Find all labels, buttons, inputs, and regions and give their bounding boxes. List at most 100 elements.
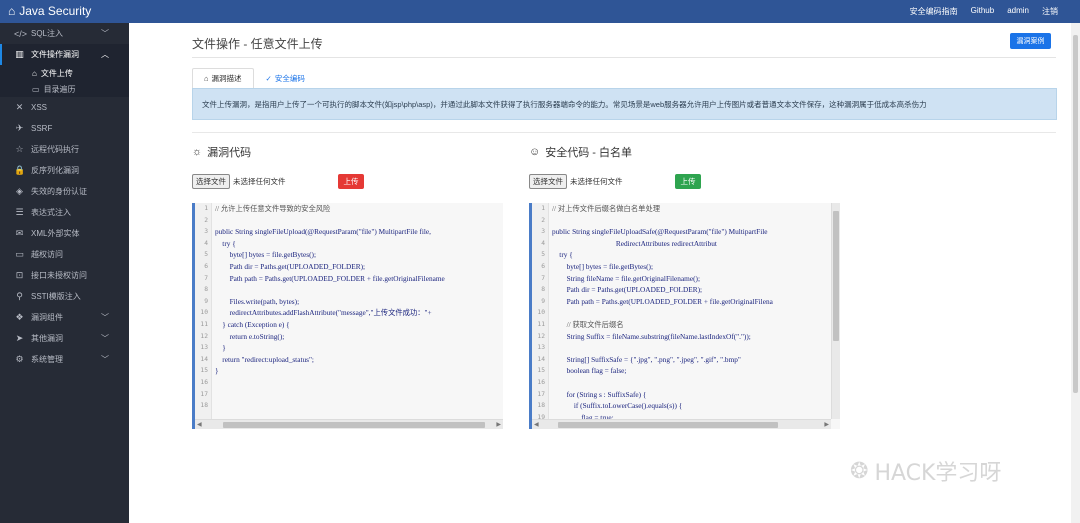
code-line: }: [215, 366, 219, 376]
divider: [192, 57, 1056, 58]
line-number: 5: [204, 251, 208, 259]
sidebar-item[interactable]: ▭ 越权访问: [0, 244, 129, 265]
file-input-row: 选择文件 未选择任何文件: [192, 174, 286, 189]
sidebar-item[interactable]: ⚲ SSTI模版注入: [0, 286, 129, 307]
line-number: 9: [204, 297, 208, 305]
brand[interactable]: ⌂ Java Security: [8, 4, 91, 18]
scrollbar-thumb[interactable]: [1073, 35, 1078, 393]
code-content: // 允许上传任意文件导致的安全风险 public String singleFi…: [215, 203, 500, 419]
file-icon: ▥: [15, 49, 24, 59]
sidebar-item-label: SSTI模版注入: [31, 292, 81, 301]
code-line: // 获取文件后缀名: [552, 319, 624, 329]
scroll-left-icon[interactable]: ◀: [197, 420, 202, 429]
line-number: 18: [200, 402, 208, 410]
plug-icon: ⚲: [16, 291, 23, 301]
sidebar-item[interactable]: ☆ 远程代码执行: [0, 139, 129, 160]
send-icon: ➤: [15, 333, 24, 343]
line-number: 13: [537, 344, 545, 352]
tab-vuln-description[interactable]: ⌂ 漏洞描述: [192, 68, 254, 88]
sidebar-item[interactable]: ⊡ 接口未授权访问: [0, 265, 129, 286]
nav-logout[interactable]: 注销: [1042, 6, 1058, 17]
sidebar-item[interactable]: ❖ 漏洞组件 ﹀: [0, 307, 129, 328]
sidebar-item[interactable]: ✕ XSS: [0, 97, 129, 118]
sidebar-item[interactable]: ◈ 失效的身份认证: [0, 181, 129, 202]
lock-icon: 🔒: [14, 165, 26, 175]
no-file-text: 未选择任何文件: [233, 177, 286, 186]
code-line: redirectAttributes.addFlashAttribute("me…: [215, 308, 432, 318]
choose-file-button[interactable]: 选择文件: [192, 174, 230, 189]
code-content: // 对上传文件后缀名做白名单处理 public String singleFil…: [552, 203, 829, 419]
line-number: 6: [541, 262, 545, 270]
choose-file-button[interactable]: 选择文件: [529, 174, 567, 189]
line-number: 15: [200, 367, 208, 375]
scrollbar-thumb[interactable]: [223, 422, 485, 428]
x-icon: ✕: [15, 102, 24, 112]
nav-admin[interactable]: admin: [1007, 6, 1029, 17]
sidebar-item-label: 系统管理: [31, 355, 63, 364]
monitor-icon: ▭: [15, 249, 24, 259]
code-line: public String singleFileUpload(@RequestP…: [215, 227, 431, 237]
upload-button[interactable]: 上传: [675, 174, 701, 189]
scroll-right-icon[interactable]: ▶: [824, 420, 829, 429]
code-line: public String singleFileUploadSafe(@Requ…: [552, 227, 768, 237]
nav-github[interactable]: Github: [971, 6, 995, 17]
code-line: // 对上传文件后缀名做白名单处理: [552, 204, 661, 213]
tab-secure-coding[interactable]: ✓ 安全编码: [254, 68, 317, 88]
sidebar-item[interactable]: </> SQL注入 ﹀: [0, 23, 129, 44]
vertical-scrollbar[interactable]: [831, 203, 840, 419]
line-number: 2: [204, 216, 208, 224]
chevron-up-icon: ︿: [101, 50, 109, 59]
sidebar-item[interactable]: ➤ 其他漏洞 ﹀: [0, 328, 129, 349]
scroll-right-icon[interactable]: ▶: [496, 420, 501, 429]
shield-icon: ◈: [16, 186, 23, 196]
safe-code-editor[interactable]: 1 2 3 4 5 6 7 8 9 10 11 12 13 14 15 16 17 18 19 // 对上传文件后缀…: [529, 203, 840, 429]
nav-secure-coding-guide[interactable]: 安全编码指南: [910, 6, 958, 17]
line-number: 1: [541, 205, 545, 212]
scroll-left-icon[interactable]: ◀: [534, 420, 539, 429]
horizontal-scrollbar[interactable]: ◀ ▶: [195, 419, 503, 429]
code-line: // 允许上传任意文件导致的安全风险: [215, 204, 331, 213]
sidebar-item[interactable]: 🔒 反序列化漏洞: [0, 160, 129, 181]
line-number: 10: [200, 309, 208, 317]
page-scrollbar[interactable]: [1071, 23, 1080, 523]
line-number: 17: [200, 390, 208, 398]
line-number: 16: [200, 378, 208, 386]
sidebar-item-label: 越权访问: [31, 250, 63, 259]
chevron-down-icon: ﹀: [101, 313, 109, 322]
line-number: 14: [200, 355, 208, 363]
top-bar: ⌂ Java Security 安全编码指南 Github admin 注销: [0, 0, 1080, 23]
sidebar-subitem-label: 文件上传: [40, 68, 73, 78]
scrollbar-thumb[interactable]: [833, 211, 839, 341]
top-nav: 安全编码指南 Github admin 注销: [910, 6, 1058, 17]
sidebar-item-label: 文件操作漏洞: [31, 50, 79, 59]
sidebar-item[interactable]: ✉ XML外部实体: [0, 223, 129, 244]
code-line: }: [215, 343, 226, 353]
vuln-example-button[interactable]: 漏洞案例: [1010, 33, 1051, 49]
vuln-code-editor[interactable]: 1 2 3 4 5 6 7 8 9 10 11 12 13 14 15 16 17 18 // 允许上传任意文件导…: [192, 203, 503, 429]
sidebar-item[interactable]: ⚙ 系统管理 ﹀: [0, 349, 129, 370]
sidebar-item-label: SSRF: [31, 124, 53, 133]
horizontal-scrollbar[interactable]: ◀ ▶: [532, 419, 831, 429]
code-line: RedirectAttributes redirectAttribut: [552, 238, 717, 248]
sidebar-item[interactable]: ▥ 文件操作漏洞 ︿: [0, 44, 129, 65]
section-title-text: 安全代码 - 白名单: [545, 147, 633, 159]
sidebar-item[interactable]: ☰ 表达式注入: [0, 202, 129, 223]
sidebar-subitem-label: 目录遍历: [43, 84, 76, 94]
sidebar-subitem[interactable]: ⌂ 文件上传: [0, 65, 129, 81]
chevron-down-icon: ﹀: [101, 355, 109, 364]
sidebar-item[interactable]: ✈ SSRF: [0, 118, 129, 139]
upload-button[interactable]: 上传: [338, 174, 364, 189]
chevron-down-icon: ﹀: [101, 29, 109, 38]
line-number: 6: [204, 262, 208, 270]
code-line: try {: [552, 250, 573, 260]
chevron-down-icon: ﹀: [101, 334, 109, 343]
sidebar-item-label: 表达式注入: [31, 208, 71, 217]
scrollbar-thumb[interactable]: [558, 422, 778, 428]
sidebar-subitem[interactable]: ▭ 目录遍历: [0, 81, 129, 97]
description-text: 文件上传漏洞，是指用户上传了一个可执行的脚本文件(如jsp\php\asp)，并…: [202, 99, 927, 109]
line-number: 3: [541, 228, 545, 236]
page-title: 文件操作 - 任意文件上传: [192, 37, 323, 51]
